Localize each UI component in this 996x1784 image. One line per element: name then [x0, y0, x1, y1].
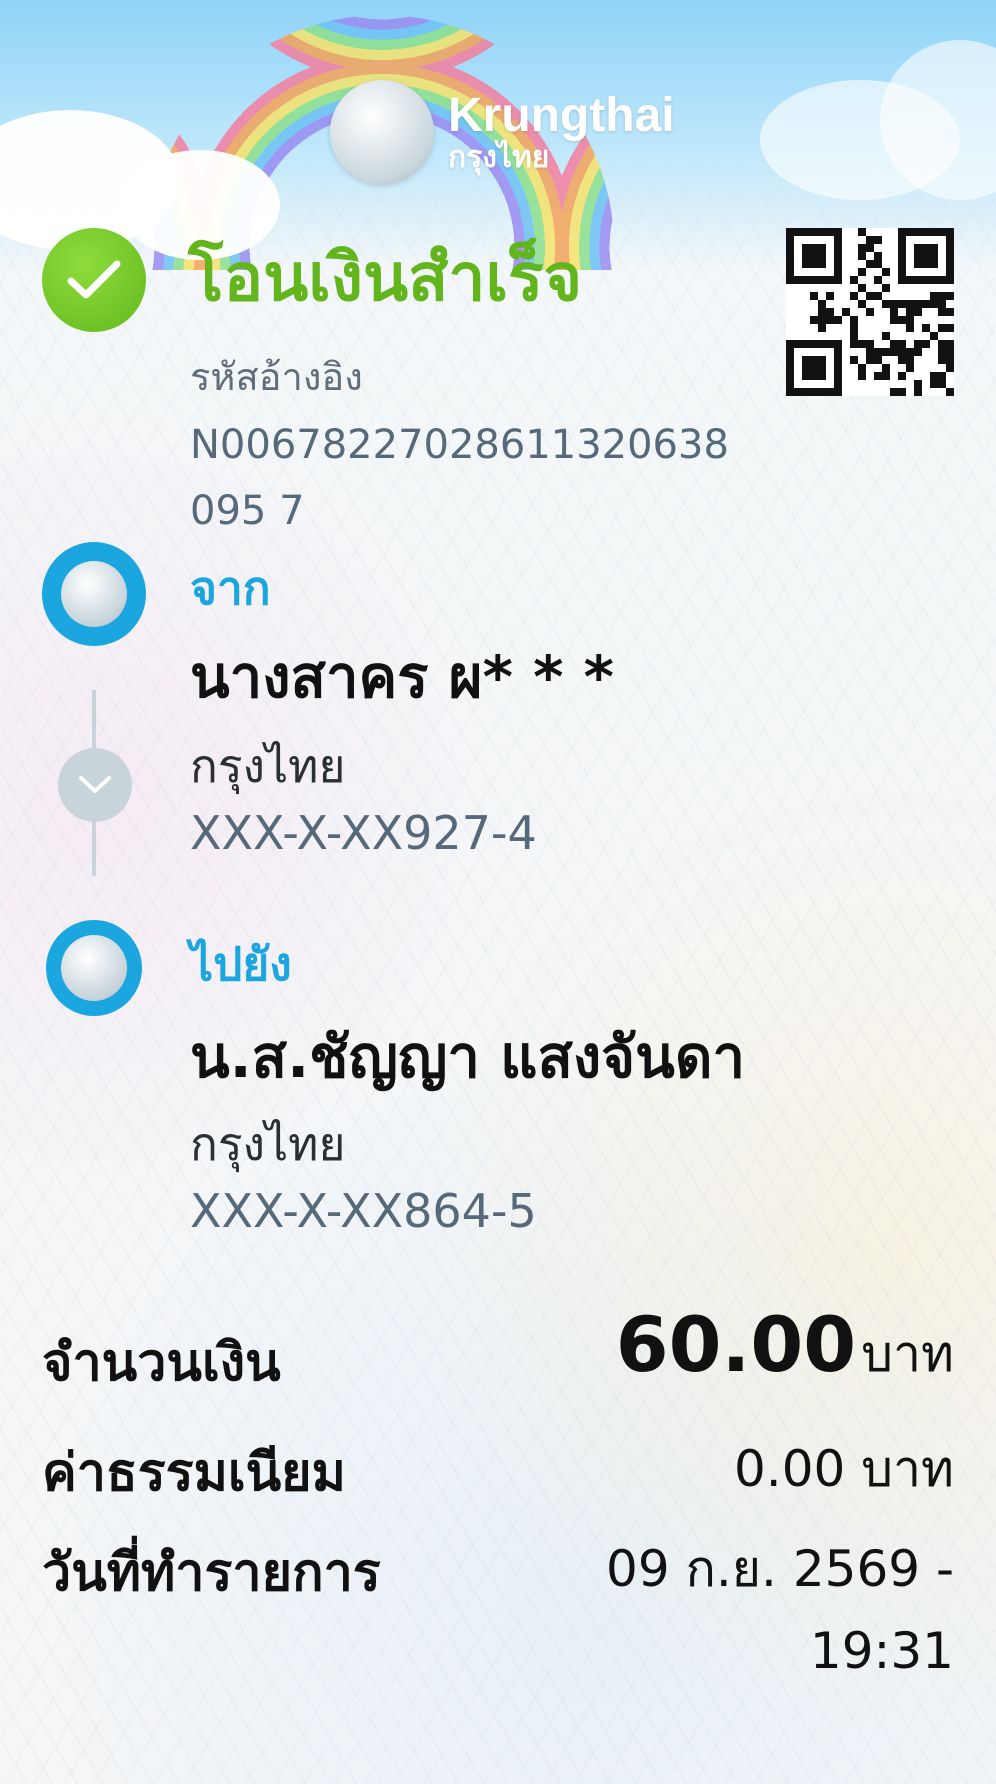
date-label: วันที่ทำรายการ — [42, 1543, 381, 1603]
from-label: จาก — [190, 561, 271, 615]
brand-name-th: กรุงไทย — [448, 141, 550, 174]
sender-account: XXX-X-XX927-4 — [190, 806, 537, 860]
date-value-line1: 09 ก.ย. 2569 - — [606, 1540, 954, 1598]
recipient-account: XXX-X-XX864-5 — [190, 1184, 537, 1238]
reference-value: N00678227028611320638095 7 — [190, 422, 729, 534]
sender-bank: กรุงไทย — [190, 739, 346, 793]
sender-bank-logo-icon — [42, 542, 146, 646]
sender-name: นางสาคร ผ* * * — [190, 643, 615, 711]
chevron-down-icon — [58, 748, 132, 822]
amount-value: 60.00 — [615, 1300, 857, 1389]
qr-code-icon[interactable] — [786, 228, 954, 396]
bird-logo-icon — [330, 80, 434, 184]
success-check-icon — [42, 228, 146, 332]
reference-label: รหัสอ้างอิง — [190, 355, 363, 399]
amount-value-group: 60.00 บาท — [616, 1300, 954, 1394]
recipient-name: น.ส.ชัญญา แสงจันดา — [190, 1023, 746, 1091]
amount-label: จำนวนเงิน — [42, 1333, 281, 1393]
fee-value: 0.00 บาท — [734, 1440, 954, 1498]
krungthai-logo: Krungthai กรุงไทย — [330, 80, 675, 184]
status-title: โอนเงินสำเร็จ — [188, 239, 583, 316]
fee-label: ค่าธรรมเนียม — [42, 1443, 346, 1503]
brand-name-en: Krungthai — [448, 89, 675, 142]
recipient-bank-logo-icon — [46, 920, 142, 1016]
date-value-line2: 19:31 — [809, 1622, 954, 1680]
amount-unit: บาท — [861, 1325, 954, 1383]
to-label: ไปยัง — [190, 937, 292, 991]
recipient-bank: กรุงไทย — [190, 1117, 346, 1171]
